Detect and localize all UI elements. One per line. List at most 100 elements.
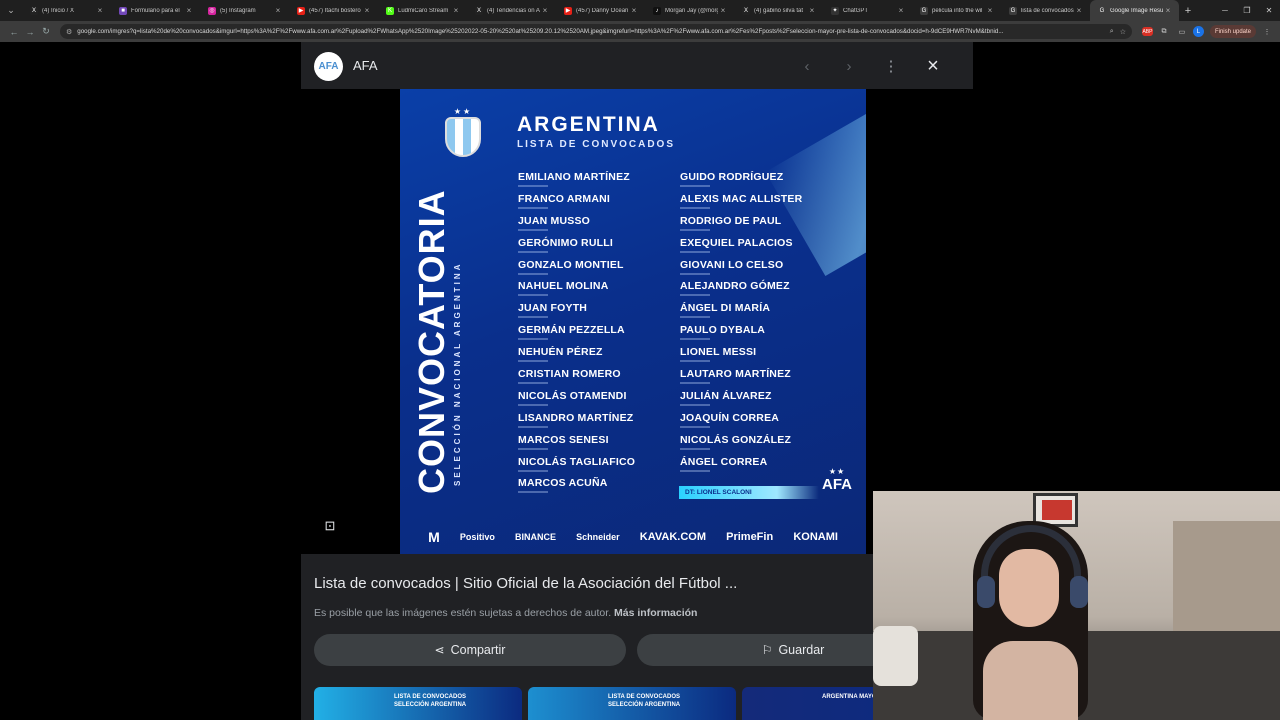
zoom-icon[interactable]: ⌕ bbox=[1110, 28, 1114, 36]
tab-close-icon[interactable]: × bbox=[273, 6, 283, 15]
sponsor-logo: Positivo bbox=[459, 531, 495, 542]
player-name: RODRIGO DE PAUL bbox=[680, 214, 782, 227]
browser-tab[interactable]: X (4) Tendencias on A × bbox=[467, 0, 556, 21]
webcam-overlay bbox=[873, 491, 1280, 720]
related-image-thumbnail[interactable]: LISTA DE CONVOCADOS SELECCIÓN ARGENTINA bbox=[314, 687, 522, 720]
previous-image-icon[interactable]: ‹ bbox=[795, 54, 819, 78]
menu-dots-icon[interactable]: ⋮ bbox=[1260, 25, 1274, 39]
club-line bbox=[518, 206, 548, 209]
back-icon[interactable]: ← bbox=[6, 27, 22, 37]
browser-tab[interactable]: ✦ ChatGPT × bbox=[823, 0, 912, 21]
player-name: ALEXIS MAC ALLISTER bbox=[680, 192, 803, 205]
browser-tab[interactable]: ▶ (457) Itachi bostero × bbox=[289, 0, 378, 21]
downloads-icon[interactable]: ▭ bbox=[1175, 25, 1189, 39]
club-line bbox=[518, 447, 548, 450]
player-entry: CRISTIAN ROMERO bbox=[518, 368, 635, 390]
related-line-1: LISTA DE CONVOCADOS bbox=[394, 694, 467, 700]
tab-favicon-icon: X bbox=[742, 6, 750, 15]
club-line bbox=[680, 425, 710, 428]
extension-icon[interactable]: ABP bbox=[1141, 27, 1153, 36]
stars-icon: ★★ bbox=[453, 107, 473, 116]
tab-close-icon[interactable]: × bbox=[540, 6, 550, 15]
player-name: ÁNGEL DI MARÍA bbox=[680, 302, 771, 315]
close-viewer-icon[interactable]: × bbox=[921, 54, 945, 78]
copyright-note: Es posible que las imágenes estén sujeta… bbox=[314, 607, 697, 619]
restore-icon[interactable]: ❐ bbox=[1236, 0, 1258, 21]
poster-vertical-title: CONVOCATORIA SELECCIÓN NACIONAL ARGENTIN… bbox=[411, 189, 462, 494]
headset-right-ear bbox=[1070, 576, 1088, 608]
bookmark-star-icon[interactable]: ☆ bbox=[1120, 28, 1126, 36]
more-info-link[interactable]: Más información bbox=[614, 607, 697, 619]
address-bar[interactable]: ⚙ google.com/imgres?q=lista%20de%20convo… bbox=[60, 24, 1132, 39]
tab-close-icon[interactable]: × bbox=[95, 6, 105, 15]
tab-label: (5) Instagram bbox=[220, 7, 256, 14]
next-image-icon[interactable]: › bbox=[837, 54, 861, 78]
tab-close-icon[interactable]: × bbox=[985, 6, 995, 15]
reload-icon[interactable]: ↻ bbox=[38, 26, 54, 37]
club-line bbox=[518, 294, 548, 297]
poster-subtitle: LISTA DE CONVOCADOS bbox=[517, 139, 676, 150]
browser-tab[interactable]: ■ Formulario para el × bbox=[111, 0, 200, 21]
player-name: JULIÁN ÁLVAREZ bbox=[680, 389, 772, 402]
extensions-puzzle-icon[interactable]: ⧉ bbox=[1157, 25, 1171, 39]
browser-tab[interactable]: ▶ (457) Danny Ocean × bbox=[556, 0, 645, 21]
more-options-icon[interactable]: ⋮ bbox=[879, 54, 903, 78]
google-lens-icon[interactable]: ⊡ bbox=[320, 516, 340, 536]
browser-tab[interactable]: X (4) gabino silva tat × bbox=[734, 0, 823, 21]
browser-tab[interactable]: K LudmiCaro Stream × bbox=[378, 0, 467, 21]
new-tab-button[interactable]: + bbox=[1181, 0, 1195, 21]
tab-close-icon[interactable]: × bbox=[184, 6, 194, 15]
browser-tab[interactable]: ♪ Morgan Jay (@morg × bbox=[645, 0, 734, 21]
player-name: LIONEL MESSI bbox=[680, 346, 757, 359]
club-line bbox=[518, 272, 548, 275]
site-name[interactable]: AFA bbox=[353, 58, 378, 73]
browser-tab[interactable]: ◎ (5) Instagram × bbox=[200, 0, 289, 21]
browser-tab[interactable]: X (4) Inicio / X × bbox=[22, 0, 111, 21]
finish-update-button[interactable]: Finish update bbox=[1209, 25, 1256, 38]
profile-avatar[interactable]: L bbox=[1192, 26, 1204, 37]
tab-close-icon[interactable]: × bbox=[629, 6, 639, 15]
tab-label: (457) Itachi bostero bbox=[309, 7, 361, 14]
club-line bbox=[518, 491, 548, 494]
player-entry: GIOVANI LO CELSO bbox=[680, 259, 802, 281]
site-info-icon[interactable]: ⚙ bbox=[66, 28, 72, 36]
sponsor-row: M Positivo BINANCE Schneider KAVAK.COM PrimeF… bbox=[400, 519, 866, 554]
player-entry: ÁNGEL CORREA bbox=[680, 456, 802, 478]
tab-close-icon[interactable]: × bbox=[1163, 6, 1173, 15]
club-line bbox=[680, 403, 710, 406]
sponsor-logo: M bbox=[428, 528, 440, 545]
tab-search-icon[interactable]: ⌄ bbox=[0, 0, 22, 21]
player-name: GIOVANI LO CELSO bbox=[680, 258, 784, 271]
background-door bbox=[1173, 521, 1280, 641]
share-button[interactable]: ⋖ Compartir bbox=[314, 634, 626, 666]
tab-label: pelicula into the wil bbox=[932, 7, 983, 14]
tab-label: ChatGPT bbox=[843, 7, 869, 14]
site-logo[interactable]: AFA bbox=[314, 52, 343, 81]
browser-tab[interactable]: Gpelicula into the wil × bbox=[912, 0, 1001, 21]
related-image-thumbnail[interactable]: LISTA DE CONVOCADOS SELECCIÓN ARGENTINA bbox=[528, 687, 736, 720]
club-line bbox=[680, 360, 710, 363]
tab-favicon-icon: X bbox=[475, 6, 483, 15]
image-title[interactable]: Lista de convocados | Sitio Oficial de l… bbox=[314, 575, 737, 592]
close-window-icon[interactable]: ✕ bbox=[1258, 0, 1280, 21]
tab-close-icon[interactable]: × bbox=[362, 6, 372, 15]
browser-tab[interactable]: G Google Image Resu × bbox=[1090, 0, 1179, 21]
minimize-icon[interactable]: ─ bbox=[1214, 0, 1236, 21]
image-preview[interactable]: ★★ ARGENTINA LISTA DE CONVOCADOS CONVOCA… bbox=[301, 89, 973, 554]
tab-close-icon[interactable]: × bbox=[718, 6, 728, 15]
tab-close-icon[interactable]: × bbox=[807, 6, 817, 15]
forward-icon[interactable]: → bbox=[22, 27, 38, 37]
poster-vertical-big: CONVOCATORIA bbox=[411, 189, 452, 494]
tab-close-icon[interactable]: × bbox=[451, 6, 461, 15]
sponsor-logo: PrimeFin bbox=[726, 530, 774, 543]
tab-close-icon[interactable]: × bbox=[1074, 6, 1084, 15]
sponsor-logo: KAVAK.COM bbox=[639, 530, 706, 543]
player-name: NICOLÁS GONZÁLEZ bbox=[680, 433, 792, 446]
share-icon: ⋖ bbox=[434, 643, 445, 657]
afa-logo-text: AFA bbox=[822, 476, 852, 493]
browser-tab[interactable]: Glista de convocados × bbox=[1001, 0, 1090, 21]
related-images: LISTA DE CONVOCADOS SELECCIÓN ARGENTINA LI… bbox=[314, 687, 956, 720]
tab-favicon-icon: G bbox=[920, 6, 928, 15]
player-entry: MARCOS ACUÑA bbox=[518, 477, 635, 499]
tab-close-icon[interactable]: × bbox=[896, 6, 906, 15]
